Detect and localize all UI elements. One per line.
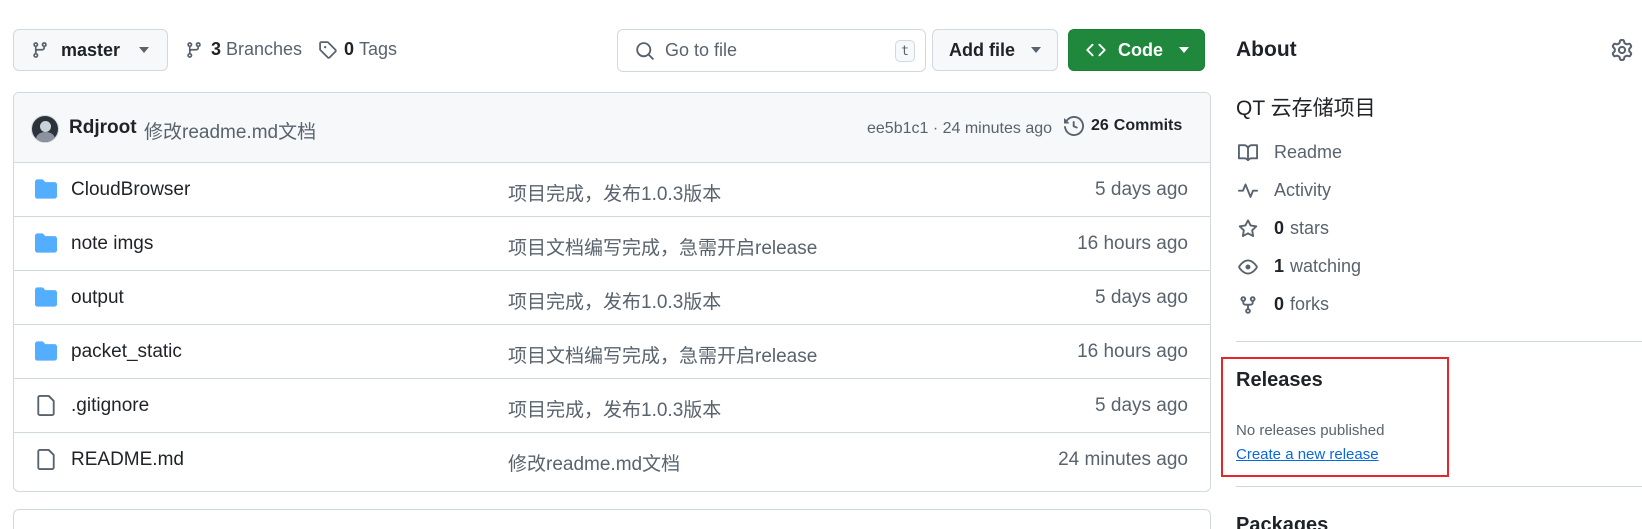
stars-label: stars bbox=[1290, 218, 1330, 238]
stars-count: 0 bbox=[1274, 218, 1285, 238]
repo-description: QT 云存储项目 bbox=[1236, 97, 1376, 120]
add-file-button[interactable]: Add file bbox=[932, 29, 1058, 71]
releases-title[interactable]: Releases bbox=[1236, 369, 1323, 392]
file-row[interactable]: note imgs 项目文档编写完成，急需开启release 16 hours … bbox=[14, 217, 1210, 271]
git-branch-icon bbox=[185, 41, 203, 59]
folder-icon bbox=[35, 341, 57, 361]
packages-title[interactable]: Packages bbox=[1236, 514, 1328, 529]
watching-label: watching bbox=[1290, 256, 1362, 276]
commits-count: 26 bbox=[1091, 117, 1109, 134]
file-commit-message[interactable]: 项目完成，发布1.0.3版本 bbox=[508, 287, 721, 314]
forks-count: 0 bbox=[1274, 294, 1285, 314]
sidebar-divider bbox=[1236, 341, 1642, 342]
folder-icon bbox=[35, 233, 57, 253]
branches-link[interactable]: 3 Branches bbox=[185, 39, 302, 60]
commits-label: Commits bbox=[1113, 117, 1183, 134]
branches-count: 3 bbox=[211, 39, 222, 59]
eye-icon bbox=[1236, 257, 1260, 277]
pulse-icon bbox=[1236, 181, 1260, 201]
file-commit-time: 5 days ago bbox=[1095, 287, 1188, 308]
activity-link[interactable]: Activity bbox=[1236, 180, 1331, 201]
watching-count: 1 bbox=[1274, 256, 1285, 276]
caret-down-icon bbox=[139, 47, 149, 53]
file-commit-message[interactable]: 项目完成，发布1.0.3版本 bbox=[508, 179, 721, 206]
add-file-label: Add file bbox=[949, 39, 1015, 60]
file-commit-message[interactable]: 项目文档编写完成，急需开启release bbox=[508, 341, 817, 368]
tags-count: 0 bbox=[344, 39, 355, 59]
gear-icon[interactable] bbox=[1611, 39, 1633, 61]
file-commit-message[interactable]: 项目完成，发布1.0.3版本 bbox=[508, 395, 721, 422]
tags-link[interactable]: 0 Tags bbox=[318, 39, 397, 60]
search-shortcut-key: t bbox=[895, 40, 915, 62]
create-release-link[interactable]: Create a new release bbox=[1236, 446, 1379, 463]
watching-link[interactable]: 1 watching bbox=[1236, 256, 1361, 277]
code-label: Code bbox=[1118, 39, 1163, 60]
star-icon bbox=[1236, 218, 1260, 239]
file-commit-time: 5 days ago bbox=[1095, 395, 1188, 416]
file-commit-time: 24 minutes ago bbox=[1058, 449, 1188, 470]
latest-commit-bar: Rdjroot 修改readme.md文档 ee5b1c1 · 24 minut… bbox=[14, 93, 1210, 163]
file-icon bbox=[37, 449, 55, 470]
search-icon bbox=[635, 41, 655, 61]
commit-message[interactable]: 修改readme.md文档 bbox=[144, 117, 316, 144]
file-name[interactable]: output bbox=[71, 287, 124, 309]
tag-icon bbox=[318, 40, 337, 59]
avatar[interactable] bbox=[31, 115, 59, 143]
stars-link[interactable]: 0 stars bbox=[1236, 218, 1329, 239]
branches-label: Branches bbox=[226, 39, 303, 59]
file-name[interactable]: packet_static bbox=[71, 341, 182, 363]
file-commit-time: 16 hours ago bbox=[1077, 233, 1188, 254]
history-icon bbox=[1064, 116, 1084, 136]
folder-icon bbox=[35, 179, 57, 199]
go-to-file-search[interactable]: t bbox=[617, 29, 926, 72]
file-row[interactable]: output 项目完成，发布1.0.3版本 5 days ago bbox=[14, 271, 1210, 325]
book-icon bbox=[1236, 143, 1260, 163]
commit-author[interactable]: Rdjroot bbox=[69, 117, 137, 139]
go-to-file-input[interactable] bbox=[665, 40, 875, 61]
no-releases-text: No releases published bbox=[1236, 422, 1385, 439]
file-icon bbox=[37, 395, 55, 416]
file-name[interactable]: note imgs bbox=[71, 233, 153, 255]
file-row[interactable]: .gitignore 项目完成，发布1.0.3版本 5 days ago bbox=[14, 379, 1210, 433]
caret-down-icon bbox=[1031, 47, 1041, 53]
readme-panel bbox=[13, 509, 1211, 529]
sidebar-divider bbox=[1236, 486, 1642, 487]
fork-icon bbox=[1236, 295, 1260, 315]
commit-sha-time[interactable]: ee5b1c1 · 24 minutes ago bbox=[867, 120, 1052, 138]
branch-name: master bbox=[61, 39, 121, 60]
activity-label: Activity bbox=[1274, 180, 1332, 200]
caret-down-icon bbox=[1179, 47, 1189, 53]
file-name[interactable]: .gitignore bbox=[71, 395, 149, 417]
branch-selector-button[interactable]: master bbox=[13, 29, 168, 71]
file-table: Rdjroot 修改readme.md文档 ee5b1c1 · 24 minut… bbox=[13, 92, 1211, 492]
about-title: About bbox=[1236, 38, 1297, 61]
readme-label: Readme bbox=[1274, 142, 1343, 162]
file-name[interactable]: CloudBrowser bbox=[71, 179, 190, 201]
file-commit-message[interactable]: 项目文档编写完成，急需开启release bbox=[508, 233, 817, 260]
git-branch-icon bbox=[31, 41, 49, 59]
file-name[interactable]: README.md bbox=[71, 449, 184, 471]
code-icon bbox=[1086, 40, 1106, 60]
file-commit-message[interactable]: 修改readme.md文档 bbox=[508, 449, 680, 476]
file-row[interactable]: packet_static 项目文档编写完成，急需开启release 16 ho… bbox=[14, 325, 1210, 379]
forks-label: forks bbox=[1290, 294, 1330, 314]
commits-link[interactable]: 26 Commits bbox=[1064, 116, 1182, 136]
file-commit-time: 5 days ago bbox=[1095, 179, 1188, 200]
file-commit-time: 16 hours ago bbox=[1077, 341, 1188, 362]
readme-link[interactable]: Readme bbox=[1236, 142, 1342, 163]
file-row[interactable]: CloudBrowser 项目完成，发布1.0.3版本 5 days ago bbox=[14, 163, 1210, 217]
file-row[interactable]: README.md 修改readme.md文档 24 minutes ago bbox=[14, 433, 1210, 487]
tags-label: Tags bbox=[359, 39, 398, 59]
code-button[interactable]: Code bbox=[1068, 29, 1205, 71]
forks-link[interactable]: 0 forks bbox=[1236, 294, 1329, 315]
folder-icon bbox=[35, 287, 57, 307]
